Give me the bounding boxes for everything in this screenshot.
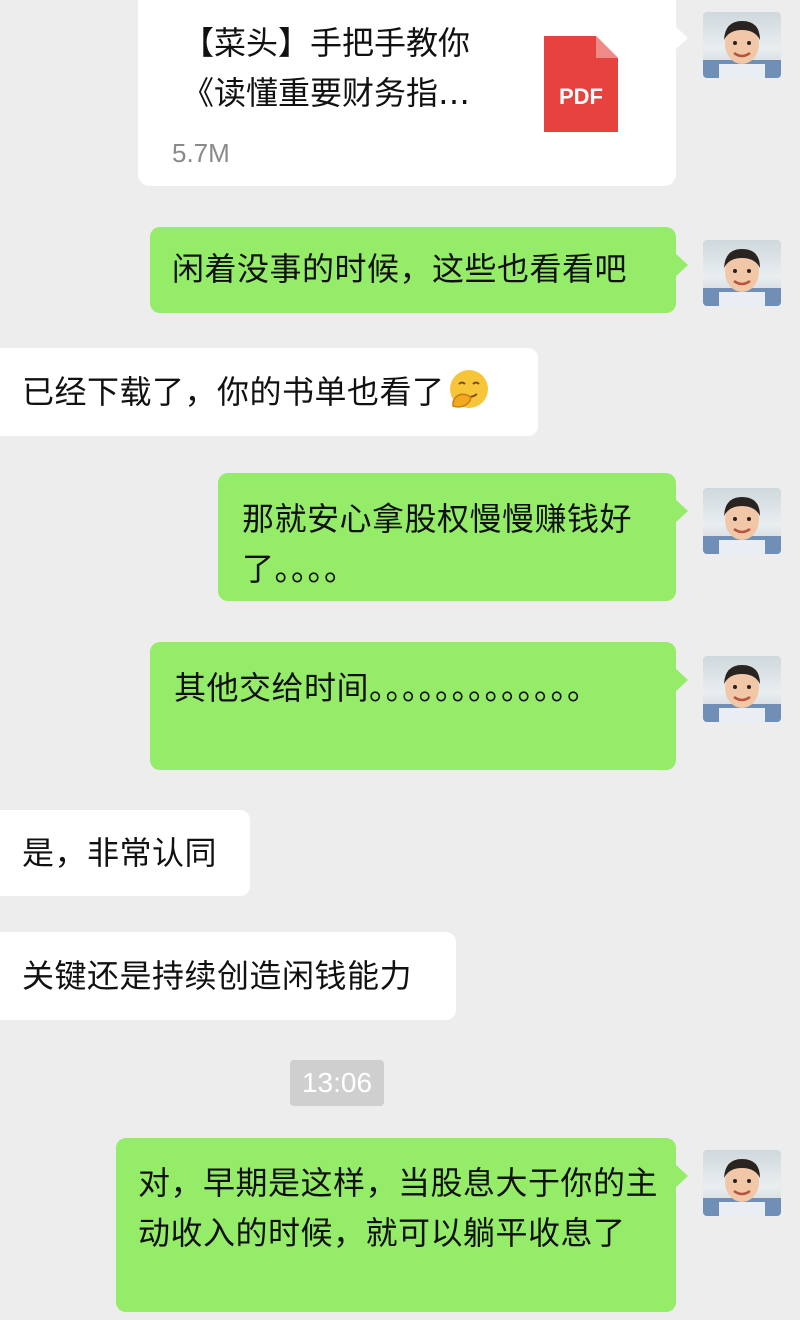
message-bubble-theirs[interactable]: 是，非常认同 bbox=[0, 810, 250, 896]
avatar[interactable] bbox=[703, 1150, 781, 1216]
pdf-file-icon: PDF bbox=[544, 36, 618, 132]
message-bubble-mine[interactable]: 其他交给时间。。。。。。。。。。。。。 bbox=[150, 642, 688, 770]
avatar[interactable] bbox=[703, 240, 781, 306]
message-text: 是，非常认同 bbox=[22, 834, 218, 872]
avatar[interactable] bbox=[703, 488, 781, 554]
file-message-card[interactable]: 【菜头】手把手教你《读懂重要财务指… PDF 5.7M bbox=[138, 0, 688, 186]
file-size: 5.7M bbox=[172, 138, 230, 168]
message-bubble-mine[interactable]: 对，早期是这样，当股息大于你的主动收入的时候，就可以躺平收息了 bbox=[116, 1138, 688, 1312]
message-text: 其他交给时间。。。。。。。。。。。。。 bbox=[174, 669, 600, 707]
message-text: 对，早期是这样，当股息大于你的主动收入的时候，就可以躺平收息了 bbox=[138, 1164, 659, 1252]
message-text: 已经下载了，你的书单也看了 bbox=[22, 373, 445, 411]
pdf-type-label: PDF bbox=[559, 84, 603, 109]
message-text: 关键还是持续创造闲钱能力 bbox=[22, 957, 413, 995]
file-title: 【菜头】手把手教你《读懂重要财务指… bbox=[182, 24, 471, 112]
message-bubble-theirs[interactable]: 关键还是持续创造闲钱能力 bbox=[0, 932, 456, 1020]
smiling-face-with-hand-over-mouth-icon bbox=[447, 368, 491, 412]
message-text: 闲着没事的时候，这些也看看吧 bbox=[172, 250, 628, 288]
message-timestamp: 13:06 bbox=[290, 1060, 384, 1106]
message-text: 那就安心拿股权慢慢赚钱好了。。。。 bbox=[242, 500, 633, 588]
message-bubble-mine[interactable]: 那就安心拿股权慢慢赚钱好了。。。。 bbox=[218, 473, 688, 601]
message-bubble-theirs[interactable]: 已经下载了，你的书单也看了 bbox=[0, 348, 538, 436]
message-bubble-mine[interactable]: 闲着没事的时候，这些也看看吧 bbox=[150, 227, 688, 313]
avatar[interactable] bbox=[703, 12, 781, 78]
avatar[interactable] bbox=[703, 656, 781, 722]
